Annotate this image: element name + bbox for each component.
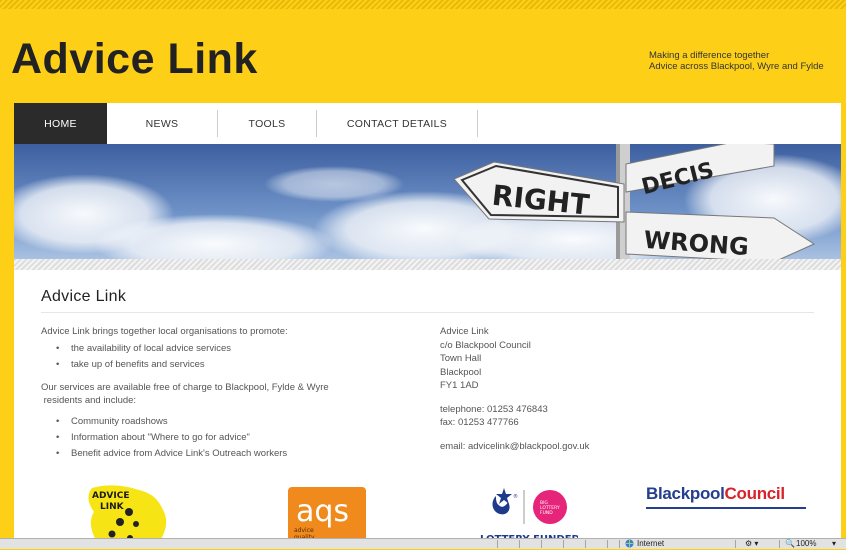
internet-zone-icon bbox=[625, 539, 634, 550]
tagline-line-1: Making a difference together bbox=[649, 50, 770, 61]
blackpool-logo-part1: Blackpool bbox=[646, 484, 725, 503]
hero-banner: RIGHT WRONG DECIS bbox=[14, 144, 841, 259]
promote-list: the availability of local advice service… bbox=[41, 342, 411, 371]
advice-link-logo[interactable]: ADVICE LINK bbox=[84, 484, 176, 542]
list-item: Information about "Where to go for advic… bbox=[56, 431, 411, 444]
svg-text:®: ® bbox=[513, 493, 518, 500]
email-text: email: advicelink@blackpool.gov.uk bbox=[440, 440, 590, 452]
services-list: Community roadshows Information about "W… bbox=[41, 415, 411, 460]
intro-text: Advice Link brings together local organi… bbox=[41, 326, 288, 337]
browser-status-bar: Internet ⚙ ▾ 🔍 100% ▾ bbox=[0, 538, 846, 549]
heading-divider bbox=[41, 312, 814, 313]
nav-news[interactable]: NEWS bbox=[107, 110, 218, 137]
security-dropdown-icon[interactable]: ⚙ ▾ bbox=[745, 539, 758, 548]
nav-home[interactable]: HOME bbox=[14, 103, 107, 144]
page-heading: Advice Link bbox=[41, 288, 127, 305]
tagline-line-2: Advice across Blackpool, Wyre and Fylde bbox=[649, 61, 824, 72]
site-title: Advice Link bbox=[11, 35, 258, 83]
banner-divider-hatch bbox=[14, 259, 841, 270]
address-line: FY1 1AD bbox=[440, 380, 479, 391]
list-item: Community roadshows bbox=[56, 415, 411, 428]
fax-text: fax: 01253 477766 bbox=[440, 417, 519, 428]
telephone-text: telephone: 01253 476843 bbox=[440, 403, 548, 415]
site-tagline: Making a difference together Advice acro… bbox=[649, 50, 824, 72]
nav-tools[interactable]: TOOLS bbox=[218, 110, 317, 137]
blackpool-logo-underline bbox=[646, 507, 806, 509]
contact-column: Advice Link c/o Blackpool Council Town H… bbox=[440, 325, 740, 453]
aqs-logo[interactable]: aqs advice quality bbox=[288, 487, 366, 542]
blackpool-logo-part2: Council bbox=[724, 484, 786, 503]
address-line: Town Hall bbox=[440, 353, 482, 364]
blackpool-council-logo[interactable]: BlackpoolCouncil bbox=[646, 484, 806, 509]
lottery-funded-logo[interactable]: ® BIG LOTTERY FUND LOTTERY FUNDED bbox=[480, 486, 578, 542]
aqs-logo-text: aqs bbox=[296, 494, 349, 529]
list-item: Benefit advice from Advice Link's Outrea… bbox=[56, 447, 411, 460]
internet-zone-label: Internet bbox=[637, 539, 665, 548]
address-line: c/o Blackpool Council bbox=[440, 339, 531, 351]
main-content: Advice Link Advice Link brings together … bbox=[14, 270, 841, 542]
advicelink-logo-line1: ADVICE bbox=[92, 491, 130, 501]
aqs-logo-sub1: advice bbox=[294, 527, 314, 534]
signpost-banner-image: RIGHT WRONG DECIS bbox=[14, 144, 841, 259]
list-item: the availability of local advice service… bbox=[56, 342, 411, 355]
zoom-icon[interactable]: 🔍 bbox=[785, 539, 795, 548]
advicelink-logo-line2: LINK bbox=[100, 502, 125, 512]
main-navigation: HOME NEWS TOOLS CONTACT DETAILS bbox=[14, 103, 841, 144]
zoom-level[interactable]: 100% bbox=[796, 539, 816, 548]
nav-contact-details[interactable]: CONTACT DETAILS bbox=[317, 110, 478, 137]
top-decorative-stripe bbox=[0, 0, 846, 9]
zoom-dropdown-icon[interactable]: ▾ bbox=[832, 539, 836, 548]
list-item: take up of benefits and services bbox=[56, 358, 411, 371]
lottery-pink-line3: FUND bbox=[540, 510, 553, 516]
address-line: Advice Link bbox=[440, 326, 489, 337]
address-line: Blackpool bbox=[440, 366, 482, 378]
services-text-line-2: residents and include: bbox=[41, 395, 137, 406]
intro-column: Advice Link brings together local organi… bbox=[41, 325, 411, 470]
services-text-line-1: Our services are available free of charg… bbox=[41, 382, 329, 393]
